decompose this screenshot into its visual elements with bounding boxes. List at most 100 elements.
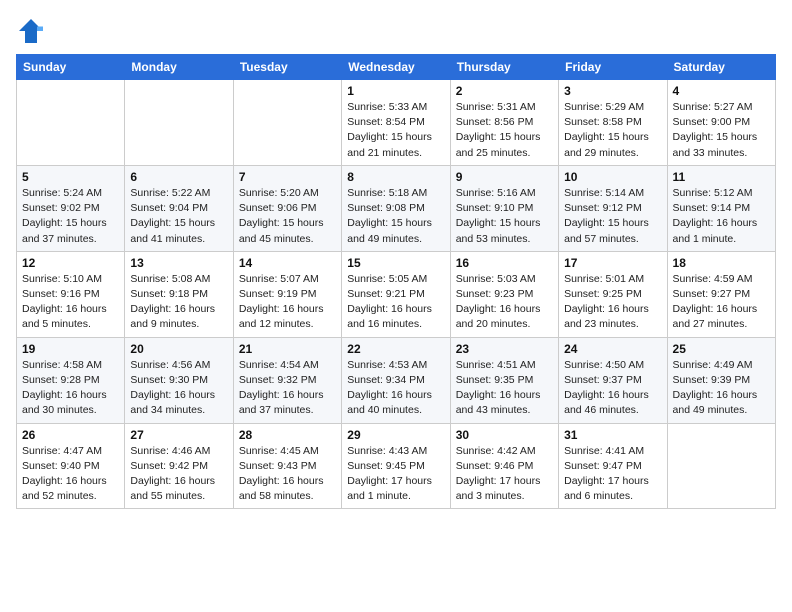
day-number: 26	[22, 428, 119, 442]
calendar-cell	[233, 80, 341, 166]
calendar-header-row: SundayMondayTuesdayWednesdayThursdayFrid…	[17, 55, 776, 80]
calendar-cell: 8 Sunrise: 5:18 AMSunset: 9:08 PMDaylight…	[342, 165, 450, 251]
calendar-cell: 4Sunrise: 5:27 AMSunset: 9:00 PMDaylight…	[667, 80, 775, 166]
weekday-header: Saturday	[667, 55, 775, 80]
day-number: 15	[347, 256, 444, 270]
day-detail: Sunrise: 4:49 AMSunset: 9:39 PMDaylight:…	[673, 358, 770, 419]
day-detail: Sunrise: 5:14 AMSunset: 9:12 PMDaylight:…	[564, 186, 661, 247]
calendar-cell: 27 Sunrise: 4:46 AMSunset: 9:42 PMDayligh…	[125, 423, 233, 509]
day-number: 31	[564, 428, 661, 442]
logo	[16, 16, 50, 46]
day-number: 21	[239, 342, 336, 356]
day-number: 24	[564, 342, 661, 356]
day-detail: Sunrise: 4:50 AMSunset: 9:37 PMDaylight:…	[564, 358, 661, 419]
day-number: 11	[673, 170, 770, 184]
calendar-cell: 23 Sunrise: 4:51 AMSunset: 9:35 PMDayligh…	[450, 337, 558, 423]
calendar-week-row: 5 Sunrise: 5:24 AMSunset: 9:02 PMDaylight…	[17, 165, 776, 251]
day-number: 19	[22, 342, 119, 356]
day-number: 16	[456, 256, 553, 270]
day-detail: Sunrise: 4:45 AMSunset: 9:43 PMDaylight:…	[239, 444, 336, 505]
calendar-cell: 21 Sunrise: 4:54 AMSunset: 9:32 PMDayligh…	[233, 337, 341, 423]
calendar-cell: 25 Sunrise: 4:49 AMSunset: 9:39 PMDayligh…	[667, 337, 775, 423]
day-number: 6	[130, 170, 227, 184]
day-detail: Sunrise: 4:56 AMSunset: 9:30 PMDaylight:…	[130, 358, 227, 419]
day-detail: Sunrise: 4:54 AMSunset: 9:32 PMDaylight:…	[239, 358, 336, 419]
calendar-cell: 9 Sunrise: 5:16 AMSunset: 9:10 PMDaylight…	[450, 165, 558, 251]
day-detail: Sunrise: 4:43 AMSunset: 9:45 PMDaylight:…	[347, 444, 444, 505]
day-number: 2	[456, 84, 553, 98]
calendar-table: SundayMondayTuesdayWednesdayThursdayFrid…	[16, 54, 776, 509]
calendar-cell: 26 Sunrise: 4:47 AMSunset: 9:40 PMDayligh…	[17, 423, 125, 509]
calendar-cell: 14 Sunrise: 5:07 AMSunset: 9:19 PMDayligh…	[233, 251, 341, 337]
calendar-cell: 31 Sunrise: 4:41 AMSunset: 9:47 PMDayligh…	[559, 423, 667, 509]
day-detail: Sunrise: 5:08 AMSunset: 9:18 PMDaylight:…	[130, 272, 227, 333]
day-number: 8	[347, 170, 444, 184]
calendar-week-row: 1 Sunrise: 5:33 AMSunset: 8:54 PMDaylight…	[17, 80, 776, 166]
weekday-header: Sunday	[17, 55, 125, 80]
calendar-cell: 12 Sunrise: 5:10 AMSunset: 9:16 PMDayligh…	[17, 251, 125, 337]
day-detail: Sunrise: 5:10 AMSunset: 9:16 PMDaylight:…	[22, 272, 119, 333]
calendar-cell: 5 Sunrise: 5:24 AMSunset: 9:02 PMDaylight…	[17, 165, 125, 251]
day-detail: Sunrise: 5:20 AMSunset: 9:06 PMDaylight:…	[239, 186, 336, 247]
day-number: 10	[564, 170, 661, 184]
day-number: 1	[347, 84, 444, 98]
calendar-cell	[125, 80, 233, 166]
day-detail: Sunrise: 4:42 AMSunset: 9:46 PMDaylight:…	[456, 444, 553, 505]
logo-icon	[16, 16, 46, 46]
day-detail: Sunrise: 5:01 AMSunset: 9:25 PMDaylight:…	[564, 272, 661, 333]
day-detail: Sunrise: 4:46 AMSunset: 9:42 PMDaylight:…	[130, 444, 227, 505]
calendar-cell: 15Sunrise: 5:05 AMSunset: 9:21 PMDayligh…	[342, 251, 450, 337]
day-number: 22	[347, 342, 444, 356]
weekday-header: Tuesday	[233, 55, 341, 80]
calendar-cell: 29 Sunrise: 4:43 AMSunset: 9:45 PMDayligh…	[342, 423, 450, 509]
day-number: 17	[564, 256, 661, 270]
day-detail: Sunrise: 5:24 AMSunset: 9:02 PMDaylight:…	[22, 186, 119, 247]
day-number: 18	[673, 256, 770, 270]
calendar-cell: 22Sunrise: 4:53 AMSunset: 9:34 PMDayligh…	[342, 337, 450, 423]
calendar-cell: 18Sunrise: 4:59 AMSunset: 9:27 PMDayligh…	[667, 251, 775, 337]
day-detail: Sunrise: 5:07 AMSunset: 9:19 PMDaylight:…	[239, 272, 336, 333]
day-number: 27	[130, 428, 227, 442]
calendar-week-row: 12 Sunrise: 5:10 AMSunset: 9:16 PMDayligh…	[17, 251, 776, 337]
day-number: 29	[347, 428, 444, 442]
calendar-cell: 1 Sunrise: 5:33 AMSunset: 8:54 PMDaylight…	[342, 80, 450, 166]
calendar-week-row: 26 Sunrise: 4:47 AMSunset: 9:40 PMDayligh…	[17, 423, 776, 509]
calendar-cell: 19Sunrise: 4:58 AMSunset: 9:28 PMDayligh…	[17, 337, 125, 423]
calendar-cell	[17, 80, 125, 166]
day-detail: Sunrise: 5:18 AMSunset: 9:08 PMDaylight:…	[347, 186, 444, 247]
day-detail: Sunrise: 4:51 AMSunset: 9:35 PMDaylight:…	[456, 358, 553, 419]
calendar-cell: 30 Sunrise: 4:42 AMSunset: 9:46 PMDayligh…	[450, 423, 558, 509]
calendar-cell: 24 Sunrise: 4:50 AMSunset: 9:37 PMDayligh…	[559, 337, 667, 423]
day-detail: Sunrise: 5:31 AMSunset: 8:56 PMDaylight:…	[456, 100, 553, 161]
day-detail: Sunrise: 5:22 AMSunset: 9:04 PMDaylight:…	[130, 186, 227, 247]
day-number: 5	[22, 170, 119, 184]
calendar-cell: 20 Sunrise: 4:56 AMSunset: 9:30 PMDayligh…	[125, 337, 233, 423]
day-detail: Sunrise: 4:41 AMSunset: 9:47 PMDaylight:…	[564, 444, 661, 505]
day-number: 23	[456, 342, 553, 356]
day-number: 30	[456, 428, 553, 442]
calendar-cell: 11 Sunrise: 5:12 AMSunset: 9:14 PMDayligh…	[667, 165, 775, 251]
day-detail: Sunrise: 5:03 AMSunset: 9:23 PMDaylight:…	[456, 272, 553, 333]
day-number: 3	[564, 84, 661, 98]
calendar-cell: 3 Sunrise: 5:29 AMSunset: 8:58 PMDaylight…	[559, 80, 667, 166]
calendar-cell	[667, 423, 775, 509]
calendar-cell: 10 Sunrise: 5:14 AMSunset: 9:12 PMDayligh…	[559, 165, 667, 251]
page-header	[16, 16, 776, 46]
calendar-cell: 13Sunrise: 5:08 AMSunset: 9:18 PMDayligh…	[125, 251, 233, 337]
day-number: 9	[456, 170, 553, 184]
day-number: 20	[130, 342, 227, 356]
day-number: 28	[239, 428, 336, 442]
day-detail: Sunrise: 5:33 AMSunset: 8:54 PMDaylight:…	[347, 100, 444, 161]
day-detail: Sunrise: 5:29 AMSunset: 8:58 PMDaylight:…	[564, 100, 661, 161]
day-detail: Sunrise: 5:12 AMSunset: 9:14 PMDaylight:…	[673, 186, 770, 247]
day-number: 25	[673, 342, 770, 356]
weekday-header: Monday	[125, 55, 233, 80]
calendar-cell: 17 Sunrise: 5:01 AMSunset: 9:25 PMDayligh…	[559, 251, 667, 337]
day-number: 14	[239, 256, 336, 270]
day-detail: Sunrise: 4:47 AMSunset: 9:40 PMDaylight:…	[22, 444, 119, 505]
day-detail: Sunrise: 5:16 AMSunset: 9:10 PMDaylight:…	[456, 186, 553, 247]
day-number: 7	[239, 170, 336, 184]
day-number: 12	[22, 256, 119, 270]
calendar-cell: 2 Sunrise: 5:31 AMSunset: 8:56 PMDaylight…	[450, 80, 558, 166]
day-number: 4	[673, 84, 770, 98]
